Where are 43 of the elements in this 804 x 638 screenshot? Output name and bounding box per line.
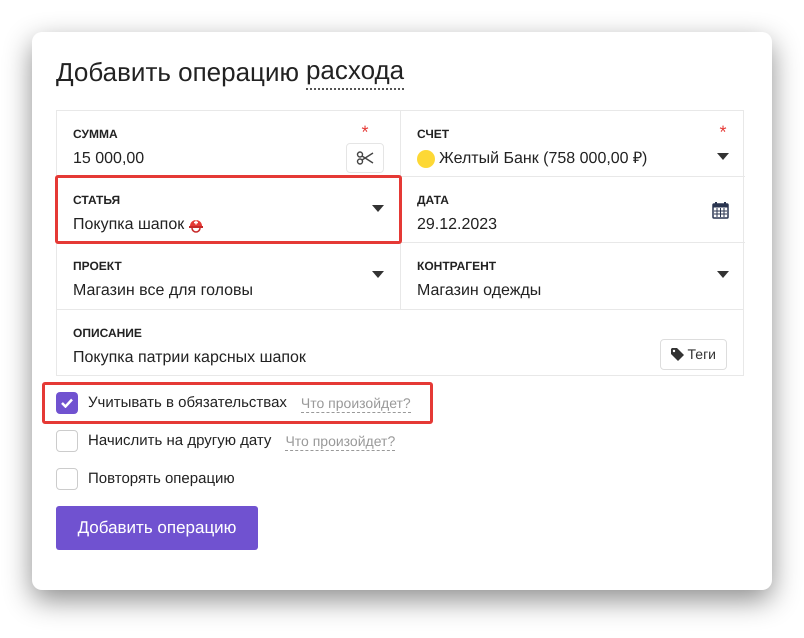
description-field[interactable]: ОПИСАНИЕ Покупка патрии карсных шапок Теги: [57, 309, 743, 375]
form-field[interactable]: ПРОЕКТ Магазин все для головы: [57, 243, 401, 309]
form-field[interactable]: СЧЕТ Желтый Банк (758 000,00 ₽) *: [401, 111, 745, 177]
required-asterisk: *: [719, 125, 726, 139]
field-label: ПРОЕКТ: [73, 258, 123, 275]
field-value: Покупка шапок: [73, 215, 184, 235]
dropdown-caret-icon: [717, 271, 729, 278]
form-field[interactable]: КОНТРАГЕНТ Магазин одежды: [401, 243, 745, 309]
operation-type-link[interactable]: расхода: [306, 54, 404, 90]
tag-icon: [670, 348, 684, 361]
option-label: Учитывать в обязательствах: [88, 392, 287, 413]
field-label: ДАТА: [417, 192, 450, 209]
checkbox[interactable]: [56, 392, 78, 414]
required-asterisk: *: [361, 125, 368, 139]
field-label: КОНТРАГЕНТ: [417, 258, 498, 275]
checkbox[interactable]: [56, 468, 78, 490]
field-label: СУММА: [73, 126, 119, 143]
tags-button[interactable]: Теги: [660, 339, 727, 370]
calendar-icon[interactable]: [712, 201, 729, 219]
dropdown-caret-icon: [717, 153, 729, 160]
form-field[interactable]: ДАТА 29.12.2023: [401, 177, 745, 243]
field-label: СЧЕТ: [417, 126, 450, 143]
option-label: Повторять операцию: [88, 468, 235, 489]
form-field[interactable]: СТАТЬЯ Покупка шапок: [57, 177, 401, 243]
scissors-icon: [356, 151, 374, 165]
field-value: Желтый Банк (758 000,00 ₽): [439, 149, 648, 169]
option-label: Начислить на другую дату: [88, 430, 272, 451]
field-label: ОПИСАНИЕ: [73, 325, 143, 342]
dialog-title: Добавить операцию: [56, 56, 299, 89]
field-value: Покупка патрии карсных шапок: [73, 348, 306, 368]
scissors-button[interactable]: [346, 143, 384, 173]
submit-button[interactable]: Добавить операцию: [56, 506, 258, 550]
helmet-icon: [188, 217, 204, 233]
field-value: 29.12.2023: [417, 215, 498, 235]
field-value: 15 000,00: [73, 149, 144, 169]
dropdown-caret-icon: [372, 271, 384, 278]
checkbox[interactable]: [56, 430, 78, 452]
field-label: СТАТЬЯ: [73, 192, 122, 209]
check-icon: [61, 398, 73, 408]
field-value: Магазин одежды: [417, 281, 542, 301]
form-field[interactable]: СУММА 15 000,00 *: [57, 111, 401, 177]
dropdown-caret-icon: [372, 205, 384, 212]
field-value: Магазин все для головы: [73, 281, 254, 301]
